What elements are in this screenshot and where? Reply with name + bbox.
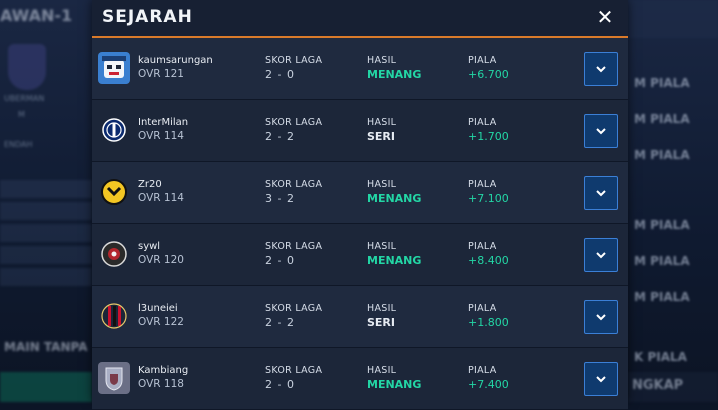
shield-crest-icon [98, 362, 130, 394]
bg-title: AWAN-1 [0, 6, 73, 25]
history-modal: SEJARAH ✕ kaumsarungan OVR 121 SKOR LAGA… [92, 0, 628, 410]
modal-title: SEJARAH [102, 7, 193, 27]
score-label: SKOR LAGA [265, 55, 323, 66]
background-right-panel: M PIALA M PIALA M PIALA M PIALA M PIALA … [628, 0, 718, 402]
opponent-ovr: OVR 120 [138, 254, 184, 266]
opponent-name: Kambiang [138, 365, 189, 376]
close-button[interactable]: ✕ [594, 6, 616, 28]
score-value: 2 - 0 [265, 68, 295, 81]
result-label: HASIL [367, 55, 397, 66]
bg-right-item: M PIALA [634, 76, 690, 90]
result-label: HASIL [367, 117, 397, 128]
trophy-value: +1.700 [468, 130, 509, 143]
result-value: MENANG [367, 254, 422, 267]
match-row: sywl OVR 120 SKOR LAGA 2 - 0 HASIL MENAN… [92, 224, 628, 286]
bg-right-bottom: NGKAP [628, 372, 718, 402]
bg-rows [0, 180, 92, 290]
trophy-label: PIALA [468, 365, 497, 376]
trophy-label: PIALA [468, 303, 497, 314]
bg-right-item: M PIALA [634, 254, 690, 268]
opponent-name: kaumsarungan [138, 55, 213, 66]
bg-right-item: M PIALA [634, 148, 690, 162]
result-label: HASIL [367, 303, 397, 314]
result-value: SERI [367, 130, 395, 143]
trophy-value: +7.100 [468, 192, 509, 205]
yb-crest-icon [98, 176, 130, 208]
result-value: SERI [367, 316, 395, 329]
mascot-badge-icon [98, 52, 130, 84]
opponent-ovr: OVR 122 [138, 316, 184, 328]
bg-crest-icon [8, 44, 46, 90]
opponent-name: Zr20 [138, 179, 162, 190]
score-value: 2 - 0 [265, 254, 295, 267]
score-value: 2 - 0 [265, 378, 295, 391]
expand-button[interactable] [584, 238, 618, 272]
expand-button[interactable] [584, 114, 618, 148]
match-row: l3uneiei OVR 122 SKOR LAGA 2 - 2 HASIL S… [92, 286, 628, 348]
background-left-panel: AWAN-1 UBERMAN M ENDAH MAIN TANPA [0, 0, 92, 402]
result-label: HASIL [367, 365, 397, 376]
opponent-ovr: OVR 114 [138, 192, 184, 204]
opponent-name: InterMilan [138, 117, 189, 128]
opponent-ovr: OVR 118 [138, 378, 184, 390]
result-label: HASIL [367, 179, 397, 190]
chevron-down-icon [596, 128, 606, 135]
bg-right-item: M PIALA [634, 218, 690, 232]
trophy-label: PIALA [468, 55, 497, 66]
trophy-value: +8.400 [468, 254, 509, 267]
result-value: MENANG [367, 378, 422, 391]
match-row: kaumsarungan OVR 121 SKOR LAGA 2 - 0 HAS… [92, 38, 628, 100]
bg-right-item: M PIALA [634, 112, 690, 126]
trophy-label: PIALA [468, 241, 497, 252]
trophy-label: PIALA [468, 179, 497, 190]
score-label: SKOR LAGA [265, 365, 323, 376]
modal-header: SEJARAH ✕ [92, 0, 628, 38]
bg-bottom-strip [0, 372, 92, 402]
bg-right-item: K PIALA [634, 350, 687, 364]
trophy-value: +6.700 [468, 68, 509, 81]
chevron-down-icon [596, 252, 606, 259]
trophy-value: +7.400 [468, 378, 509, 391]
trophy-label: PIALA [468, 117, 497, 128]
opponent-name: sywl [138, 241, 161, 252]
round-crest-icon [98, 238, 130, 270]
milan-crest-icon [98, 300, 130, 332]
result-value: MENANG [367, 192, 422, 205]
expand-button[interactable] [584, 176, 618, 210]
bg-right-bottom-label: NGKAP [632, 378, 684, 393]
bg-label-a: UBERMAN [4, 94, 45, 103]
score-label: SKOR LAGA [265, 241, 323, 252]
match-row: InterMilan OVR 114 SKOR LAGA 2 - 2 HASIL… [92, 100, 628, 162]
result-value: MENANG [367, 68, 422, 81]
score-value: 2 - 2 [265, 316, 295, 329]
expand-button[interactable] [584, 300, 618, 334]
expand-button[interactable] [584, 362, 618, 396]
bg-label-b: M [18, 110, 25, 119]
inter-crest-icon [98, 114, 130, 146]
result-label: HASIL [367, 241, 397, 252]
score-value: 3 - 2 [265, 192, 295, 205]
expand-button[interactable] [584, 52, 618, 86]
bg-bottom-label: MAIN TANPA [4, 340, 88, 354]
match-row: Zr20 OVR 114 SKOR LAGA 3 - 2 HASIL MENAN… [92, 162, 628, 224]
bg-label-c: ENDAH [4, 140, 33, 149]
score-label: SKOR LAGA [265, 303, 323, 314]
chevron-down-icon [596, 190, 606, 197]
match-history-list: kaumsarungan OVR 121 SKOR LAGA 2 - 0 HAS… [92, 38, 628, 410]
opponent-ovr: OVR 121 [138, 68, 184, 80]
chevron-down-icon [596, 376, 606, 383]
chevron-down-icon [596, 314, 606, 321]
match-row: Kambiang OVR 118 SKOR LAGA 2 - 0 HASIL M… [92, 348, 628, 410]
bg-right-item: M PIALA [634, 290, 690, 304]
bg-top-bar [628, 0, 718, 38]
score-label: SKOR LAGA [265, 117, 323, 128]
score-label: SKOR LAGA [265, 179, 323, 190]
chevron-down-icon [596, 66, 606, 73]
opponent-name: l3uneiei [138, 303, 178, 314]
opponent-ovr: OVR 114 [138, 130, 184, 142]
trophy-value: +1.800 [468, 316, 509, 329]
score-value: 2 - 2 [265, 130, 295, 143]
